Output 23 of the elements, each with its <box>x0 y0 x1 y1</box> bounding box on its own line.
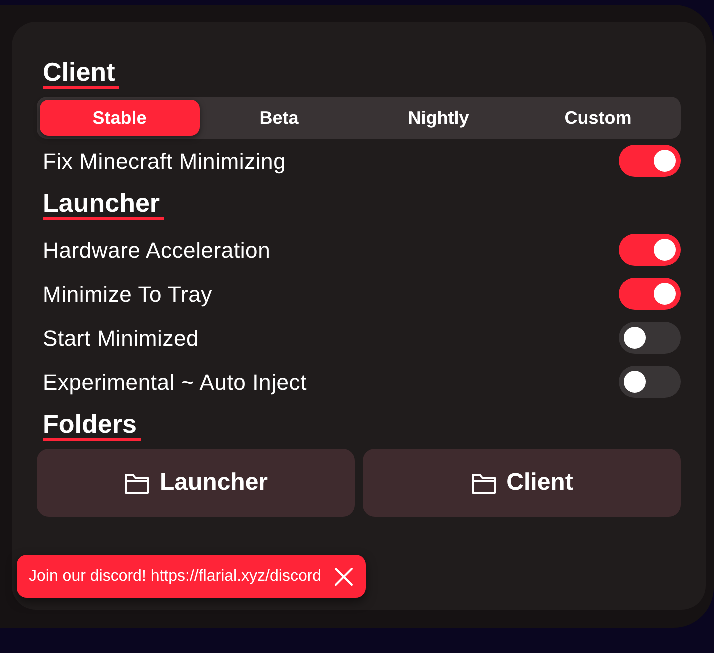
toggle-switch[interactable] <box>619 234 681 266</box>
toast-message: Join our discord! https://flarial.xyz/discord <box>29 566 322 586</box>
setting-label: Hardware Acceleration <box>43 236 271 264</box>
setting-label: Experimental ~ Auto Inject <box>43 368 308 397</box>
channel-tab[interactable]: Custom <box>518 100 678 136</box>
folder-icon <box>470 471 497 495</box>
section-heading: Launcher <box>43 189 164 220</box>
folder-icon <box>124 471 150 495</box>
toggle-switch[interactable] <box>619 145 681 177</box>
setting-label: Minimize To Tray <box>43 280 212 309</box>
channel-tab[interactable]: Beta <box>200 100 359 136</box>
close-icon[interactable] <box>334 566 354 586</box>
toggle-switch[interactable] <box>619 322 681 354</box>
open-folder-button[interactable]: Client <box>363 449 681 517</box>
channel-tab[interactable]: Stable <box>40 100 200 136</box>
toggle-switch[interactable] <box>619 278 681 310</box>
section-heading: Folders <box>43 410 141 441</box>
toggle-switch[interactable] <box>619 366 681 398</box>
channel-tab[interactable]: Nightly <box>359 100 518 136</box>
open-folder-button[interactable]: Launcher <box>37 449 355 517</box>
setting-label: Fix Minecraft Minimizing <box>43 148 286 176</box>
setting-label: Start Minimized <box>43 324 200 352</box>
section-heading: Client <box>43 58 120 89</box>
